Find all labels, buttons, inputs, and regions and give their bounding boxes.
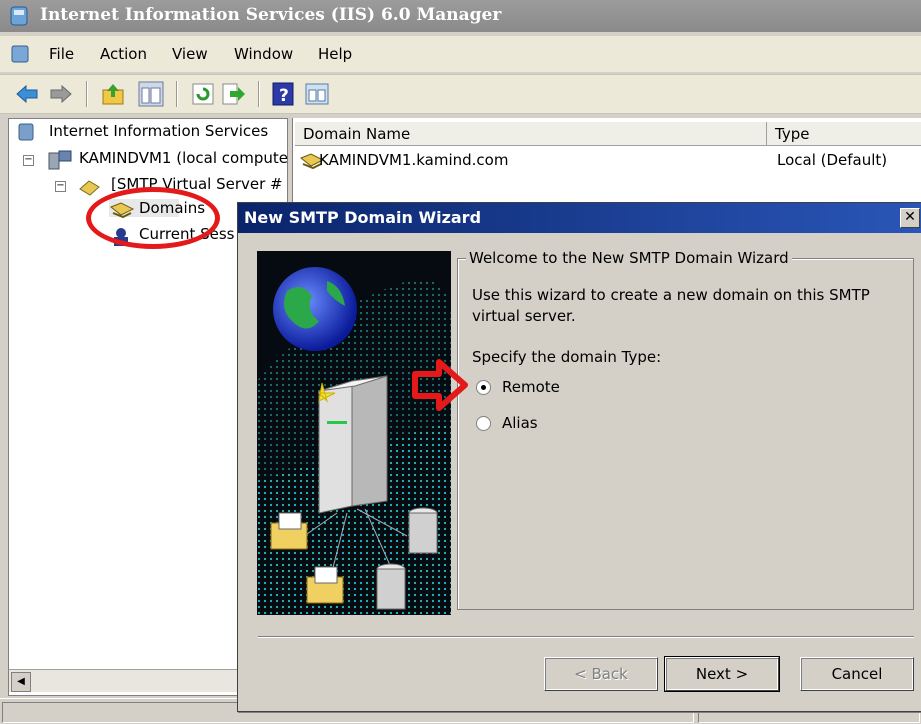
svg-text:?: ? [279, 86, 289, 106]
domain-name-cell: KAMINDVM1.kamind.com [319, 151, 509, 169]
menu-bar: File Action View Window Help [0, 36, 921, 72]
back-button[interactable]: < Back [544, 657, 658, 691]
help-icon[interactable]: ? [270, 81, 296, 107]
radio-button-alias[interactable] [476, 416, 491, 431]
group-title: Welcome to the New SMTP Domain Wizard [466, 249, 792, 267]
wizard-title-bar[interactable]: New SMTP Domain Wizard ✕ [238, 203, 921, 233]
tree-label-computer: KAMINDVM1 (local compute [79, 149, 288, 167]
wizard-title: New SMTP Domain Wizard [244, 208, 482, 227]
menu-file[interactable]: File [49, 45, 74, 63]
table-row[interactable]: KAMINDVM1.kamind.com Local (Default) [293, 148, 921, 174]
window-title: Internet Information Services (IIS) 6.0 … [40, 5, 502, 25]
tree-expander-smtp[interactable]: − [55, 181, 66, 192]
forward-icon[interactable] [48, 81, 74, 107]
toolbar-separator [86, 81, 88, 107]
radio-remote[interactable]: Remote [476, 377, 616, 399]
close-icon[interactable]: ✕ [900, 208, 920, 228]
toolbar-separator [176, 81, 178, 107]
iis-root-icon [18, 123, 34, 141]
iis-app-icon [10, 6, 28, 26]
cancel-button[interactable]: Cancel [800, 657, 914, 691]
mmc-doc-icon [11, 45, 29, 63]
show-hide-tree-icon[interactable] [138, 81, 164, 107]
radio-label-alias: Alias [502, 414, 538, 432]
back-icon[interactable] [14, 81, 40, 107]
window-title-bar: Internet Information Services (IIS) 6.0 … [0, 0, 921, 32]
up-one-level-icon[interactable] [100, 81, 126, 107]
computer-icon [48, 150, 72, 170]
tree-expander-computer[interactable]: − [23, 155, 34, 166]
scroll-left-icon[interactable]: ◀ [11, 672, 31, 692]
radio-button-remote[interactable] [476, 380, 491, 395]
export-list-icon[interactable] [220, 81, 246, 107]
column-header-domain-name[interactable]: Domain Name [295, 122, 767, 146]
red-arrow-annotation-icon [412, 359, 468, 411]
menu-help[interactable]: Help [318, 45, 352, 63]
welcome-group-box: Welcome to the New SMTP Domain Wizard Us… [457, 249, 914, 610]
wizard-description: Use this wizard to create a new domain o… [472, 286, 870, 325]
smtp-server-icon [79, 180, 100, 196]
radio-alias[interactable]: Alias [476, 413, 616, 435]
next-button[interactable]: Next > [664, 656, 780, 692]
refresh-icon[interactable] [190, 81, 216, 107]
menu-view[interactable]: View [172, 45, 208, 63]
column-header-type[interactable]: Type [767, 122, 921, 146]
server-network-illustration [257, 251, 451, 615]
wizard-divider [258, 636, 914, 638]
toolbar-separator [258, 81, 260, 107]
domain-type-cell: Local (Default) [777, 151, 888, 169]
new-smtp-domain-wizard-dialog: New SMTP Domain Wizard ✕ Welcome to the … [237, 202, 921, 712]
wizard-illustration [257, 251, 451, 615]
tree-label-root: Internet Information Services [49, 122, 269, 140]
properties-icon[interactable] [304, 81, 330, 107]
domain-type-prompt: Specify the domain Type: [472, 348, 662, 366]
menu-action[interactable]: Action [100, 45, 147, 63]
menu-window[interactable]: Window [234, 45, 293, 63]
toolbar: ? [0, 74, 921, 114]
radio-label-remote: Remote [502, 378, 560, 396]
highlight-ellipse-annotation [86, 187, 220, 249]
